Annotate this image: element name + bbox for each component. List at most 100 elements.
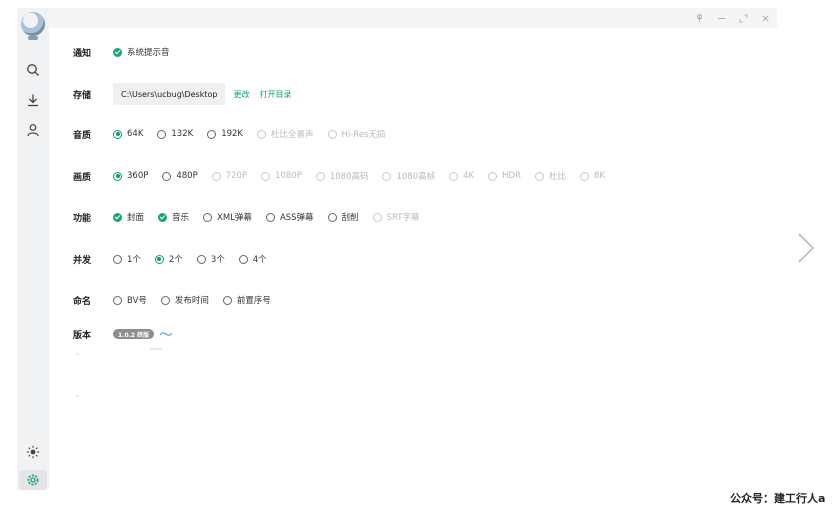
option-hi-res[interactable]: Hi-Res无损 (327, 128, 386, 140)
option-64k[interactable]: 64K (113, 129, 143, 139)
option-1080-high-bitrate[interactable]: 1080高码 (315, 170, 368, 182)
checkbox-icon (203, 212, 213, 222)
next-chevron-icon[interactable] (796, 232, 816, 264)
watermark-text: 公众号：建工行人a (730, 492, 826, 505)
app-window: 通知 系统提示音 存储 C:\Users\ucbug\Desktop 更改 打开… (0, 0, 839, 505)
radio-icon (207, 129, 217, 139)
checkbox-checked-icon (113, 47, 122, 57)
row-label: 通知 (73, 48, 92, 59)
checkbox-checked-icon (113, 212, 122, 222)
option-132k[interactable]: 132K (157, 129, 193, 139)
radio-icon (113, 254, 122, 264)
setting-row-notify: 通知 系统提示音 (73, 44, 184, 60)
video-options: 360P 480P 720P 1080P 1080高码 1080高帧 4K HD… (113, 170, 619, 182)
radio-icon (579, 171, 589, 181)
settings-gear-icon[interactable] (23, 470, 43, 490)
setting-row-storage: 存储 C:\Users\ucbug\Desktop 更改 打开目录 (73, 83, 301, 105)
option-1080p[interactable]: 1080P (261, 171, 302, 181)
minimize-icon[interactable] (711, 8, 731, 28)
radio-icon (488, 171, 498, 181)
radio-icon (449, 171, 459, 181)
search-icon[interactable] (23, 60, 43, 80)
row-label: 并发 (73, 255, 92, 266)
option-360p[interactable]: 360P (113, 171, 148, 181)
row-label: 音质 (73, 130, 92, 141)
radio-icon (238, 254, 248, 264)
wave-icon (160, 332, 173, 336)
option-prefix-index[interactable]: 前置序号 (222, 294, 271, 306)
audio-options: 64K 132K 192K 杜比全景声 Hi-Res无损 (113, 128, 400, 140)
open-directory-link[interactable]: 打开目录 (259, 89, 291, 100)
user-icon[interactable] (23, 120, 43, 140)
row-label: 存储 (73, 90, 92, 101)
checkbox-icon (372, 212, 382, 222)
radio-icon (160, 295, 170, 305)
option-publish-time[interactable]: 发布时间 (160, 294, 209, 306)
row-label: 命名 (73, 296, 92, 307)
option-8k[interactable]: 8K (579, 171, 605, 181)
radio-icon (257, 129, 267, 139)
option-720p[interactable]: 720P (211, 171, 247, 181)
maximize-icon[interactable] (733, 8, 753, 28)
download-icon[interactable] (23, 90, 43, 110)
radio-icon (157, 129, 167, 139)
checkbox-icon (265, 212, 275, 222)
option-1080-high-framerate[interactable]: 1080高帧 (382, 170, 435, 182)
faint-mark (150, 348, 162, 350)
option-bv-number[interactable]: BV号 (113, 294, 147, 306)
option-concurrency-1[interactable]: 1个 (113, 253, 141, 265)
setting-row-features: 功能 封面 音乐 XML弹幕 ASS弹幕 刮削 SRT字幕 (73, 209, 433, 225)
checkbox-checked-icon (158, 212, 168, 222)
radio-icon (534, 171, 544, 181)
radio-icon (196, 254, 206, 264)
radio-icon (327, 129, 337, 139)
radio-icon (211, 171, 221, 181)
close-icon[interactable] (755, 8, 775, 28)
version-badge: 1.0.2 终版 (113, 329, 155, 339)
naming-options: BV号 发布时间 前置序号 (113, 294, 285, 306)
setting-row-concurrency: 并发 1个 2个 3个 4个 (73, 251, 281, 267)
theme-sun-icon[interactable] (23, 442, 43, 462)
option-dolby-atmos[interactable]: 杜比全景声 (257, 128, 314, 140)
row-label: 版本 (73, 330, 92, 341)
setting-row-video-quality: 画质 360P 480P 720P 1080P 1080高码 1080高帧 4K… (73, 168, 619, 184)
option-scrape[interactable]: 刮削 (327, 211, 359, 223)
option-concurrency-3[interactable]: 3个 (196, 253, 225, 265)
title-bar (49, 8, 777, 28)
row-label: 画质 (73, 172, 92, 183)
radio-icon (382, 171, 392, 181)
radio-selected-icon (154, 254, 164, 264)
option-cover[interactable]: 封面 (113, 211, 144, 223)
change-path-link[interactable]: 更改 (233, 89, 249, 100)
option-192k[interactable]: 192K (207, 129, 243, 139)
radio-icon (162, 171, 172, 181)
radio-selected-icon (113, 171, 122, 181)
storage-path-field[interactable]: C:\Users\ucbug\Desktop (113, 83, 226, 105)
app-logo (21, 12, 45, 40)
option-concurrency-2[interactable]: 2个 (154, 253, 183, 265)
radio-icon (315, 171, 325, 181)
option-hdr[interactable]: HDR (488, 171, 521, 181)
option-concurrency-4[interactable]: 4个 (238, 253, 267, 265)
option-xml-danmaku[interactable]: XML弹幕 (203, 211, 252, 223)
row-label: 功能 (73, 213, 92, 224)
option-4k[interactable]: 4K (449, 171, 474, 181)
radio-icon (261, 171, 271, 181)
radio-icon (222, 295, 232, 305)
checkbox-icon (327, 212, 337, 222)
option-dolby-vision[interactable]: 杜比 (534, 170, 566, 182)
setting-row-version: 版本 1.0.2 终版 (73, 326, 173, 342)
option-ass-danmaku[interactable]: ASS弹幕 (265, 211, 314, 223)
option-480p[interactable]: 480P (162, 171, 198, 181)
pin-icon[interactable] (689, 8, 709, 28)
setting-row-audio-quality: 音质 64K 132K 192K 杜比全景声 Hi-Res无损 (73, 126, 400, 142)
concurrency-options: 1个 2个 3个 4个 (113, 253, 281, 265)
radio-icon (113, 295, 122, 305)
faint-mark (76, 353, 79, 355)
feature-options: 封面 音乐 XML弹幕 ASS弹幕 刮削 SRT字幕 (113, 211, 433, 223)
setting-row-naming: 命名 BV号 发布时间 前置序号 (73, 292, 285, 308)
radio-selected-icon (113, 129, 122, 139)
option-srt-subtitle[interactable]: SRT字幕 (372, 211, 419, 223)
option-music[interactable]: 音乐 (158, 211, 189, 223)
option-system-sound[interactable]: 系统提示音 (113, 46, 170, 58)
